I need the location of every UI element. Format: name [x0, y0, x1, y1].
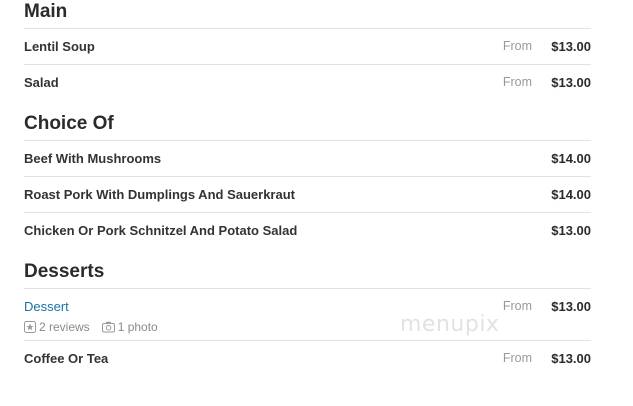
menu: Main Lentil Soup From $13.00 Salad From … — [24, 0, 591, 376]
item-price: $14.00 — [551, 187, 591, 202]
item-price: $13.00 — [551, 39, 591, 54]
photos-link[interactable]: 1 photo — [101, 320, 158, 334]
section-title-desserts: Desserts — [24, 261, 105, 282]
item-meta: 2 reviews 1 photo — [24, 320, 170, 334]
item-name: Coffee Or Tea — [24, 351, 109, 366]
photos-count: 1 photo — [117, 320, 158, 334]
camera-icon — [101, 321, 115, 333]
menu-item-dessert[interactable]: Dessert From $13.00 2 reviews 1 photo — [24, 288, 591, 340]
menu-item-beef-with-mushrooms[interactable]: Beef With Mushrooms $14.00 — [24, 140, 591, 176]
menu-item-coffee-or-tea[interactable]: Coffee Or Tea From $13.00 — [24, 340, 591, 376]
menu-item-salad[interactable]: Salad From $13.00 — [24, 64, 591, 100]
menu-item-lentil-soup[interactable]: Lentil Soup From $13.00 — [24, 28, 591, 64]
item-name: Beef With Mushrooms — [24, 151, 162, 166]
item-price: $13.00 — [551, 223, 591, 238]
section-title-main: Main — [24, 1, 68, 22]
from-label: From — [502, 75, 532, 89]
item-name: Chicken Or Pork Schnitzel And Potato Sal… — [24, 223, 298, 238]
reviews-link[interactable]: 2 reviews — [24, 320, 90, 334]
item-price: $13.00 — [551, 299, 591, 314]
menu-item-roast-pork[interactable]: Roast Pork With Dumplings And Sauerkraut… — [24, 176, 591, 212]
star-badge-icon — [24, 321, 36, 333]
from-label: From — [502, 39, 532, 53]
item-name: Salad — [24, 75, 59, 90]
section-title-choice-of: Choice Of — [24, 113, 114, 134]
item-name: Roast Pork With Dumplings And Sauerkraut — [24, 187, 295, 202]
item-price: $13.00 — [551, 351, 591, 366]
from-label: From — [502, 299, 532, 313]
menu-item-schnitzel[interactable]: Chicken Or Pork Schnitzel And Potato Sal… — [24, 212, 591, 248]
dessert-link[interactable]: Dessert — [24, 299, 69, 314]
item-price: $14.00 — [551, 151, 591, 166]
reviews-count: 2 reviews — [39, 320, 90, 334]
item-name: Lentil Soup — [24, 39, 95, 54]
item-price: $13.00 — [551, 75, 591, 90]
from-label: From — [502, 351, 532, 365]
